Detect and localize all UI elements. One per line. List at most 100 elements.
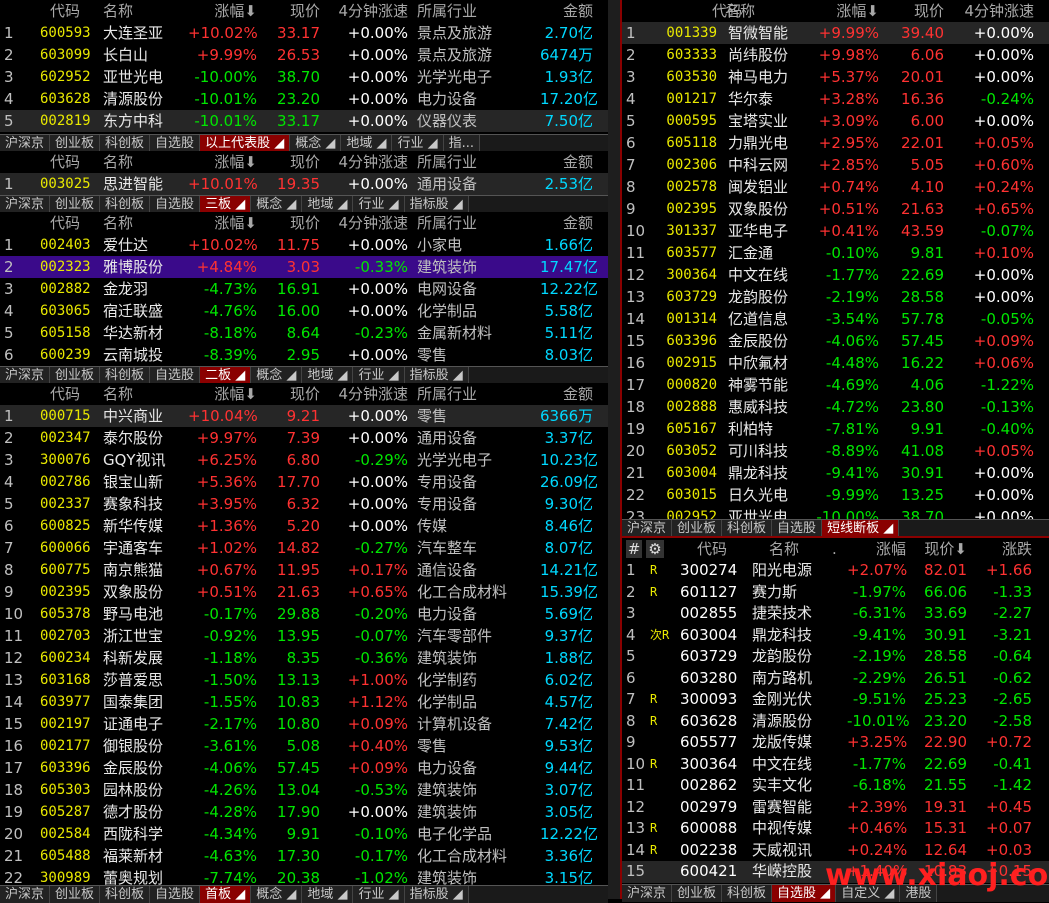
table-row[interactable]: 8 600775 南京熊猫 +0.67% 11.95 +0.17% 通信设备 14.21亿 <box>0 559 608 581</box>
tab-2[interactable]: 科创板 <box>100 886 151 903</box>
tab-3[interactable]: 自选股 <box>150 367 201 384</box>
table-row[interactable]: 3 002855 捷荣技术 -6.31% 33.69 -2.27 <box>622 603 1049 625</box>
table-row[interactable]: 10 R 300364 中文在线 -1.77% 22.69 -0.41 <box>622 754 1049 776</box>
header-change[interactable]: 涨幅 <box>854 538 906 560</box>
tab-8[interactable]: 指标股 ◢ <box>404 196 469 213</box>
table-row[interactable]: 10 605378 野马电池 -0.17% 29.88 -0.20% 电力设备 5.69亿 <box>0 603 608 625</box>
table-row[interactable]: 8 002578 闽发铝业 +0.74% 4.10 +0.24% <box>622 176 1049 198</box>
header-industry[interactable]: 所属行业 <box>417 151 477 173</box>
table-row[interactable]: 1 000715 中兴商业 +10.04% 9.21 +0.00% 零售 6366万 <box>0 405 608 427</box>
table-row[interactable]: 5 605158 华达新材 -8.18% 8.64 -0.23% 金属新材料 5.11亿 <box>0 322 608 344</box>
header-price[interactable]: 现价 <box>275 383 320 405</box>
tab-5[interactable]: 概念 ◢ <box>290 135 342 152</box>
table-row[interactable]: 1 001339 智微智能 +9.99% 39.40 +0.00% <box>622 22 1049 44</box>
table-row[interactable]: 17 603396 金辰股份 -4.06% 57.45 +0.09% 电力设备 9.44亿 <box>0 757 608 779</box>
table-row[interactable]: 22 300989 蕾奥规划 -7.74% 20.38 -1.02% 建筑装饰 3.15亿 <box>0 867 608 885</box>
header-change[interactable]: 涨幅⬇ <box>195 0 257 22</box>
table-row[interactable]: 21 603004 鼎龙科技 -9.41% 30.91 +0.00% <box>622 462 1049 484</box>
tab-3[interactable]: 自选股 <box>150 135 201 152</box>
table-row[interactable]: 20 603052 可川科技 -8.89% 41.08 +0.05% <box>622 440 1049 462</box>
tab-0[interactable]: 沪深京 <box>0 886 51 903</box>
tab-5[interactable]: 概念 ◢ <box>251 886 303 903</box>
table-row[interactable]: 5 002337 赛象科技 +3.95% 6.32 +0.00% 专用设备 9.30亿 <box>0 493 608 515</box>
header-name[interactable]: 名称 <box>103 212 133 234</box>
tab-0[interactable]: 沪深京 <box>0 196 51 213</box>
tab-0[interactable]: 沪深京 <box>622 520 673 537</box>
header-industry[interactable]: 所属行业 <box>417 0 477 22</box>
tab-4[interactable]: 二板 ◢ <box>200 367 252 384</box>
tab-2[interactable]: 科创板 <box>100 367 151 384</box>
table-row[interactable]: 6 600239 云南城投 -8.39% 2.95 +0.00% 零售 8.03亿 <box>0 344 608 366</box>
header-speed[interactable]: 4分钟涨速 <box>328 212 408 234</box>
header-diff[interactable]: 涨跌 <box>982 538 1032 560</box>
table-row[interactable]: 17 000820 神雾节能 -4.69% 4.06 -1.22% <box>622 374 1049 396</box>
header-code[interactable]: 代码 <box>40 383 80 405</box>
tab-4[interactable]: 以上代表股 ◢ <box>200 135 291 152</box>
header-price[interactable]: 现价 <box>275 151 320 173</box>
tab-1[interactable]: 创业板 <box>50 367 101 384</box>
tab-6[interactable]: 地域 ◢ <box>302 367 354 384</box>
tab-5[interactable]: 概念 ◢ <box>251 367 303 384</box>
table-row[interactable]: 6 600825 新华传媒 +1.36% 5.20 +0.00% 传媒 8.46亿 <box>0 515 608 537</box>
table-row[interactable]: 18 605303 园林股份 -4.26% 13.04 -0.53% 建筑装饰 3.07亿 <box>0 779 608 801</box>
tab-8[interactable]: 指... <box>443 135 481 152</box>
header-amount[interactable]: 金额 <box>548 151 593 173</box>
table-row[interactable]: 12 002979 雷赛智能 +2.39% 19.31 +0.45 <box>622 797 1049 819</box>
tab-0[interactable]: 沪深京 <box>0 367 51 384</box>
table-row[interactable]: 11 603577 汇金通 -0.10% 9.81 +0.10% <box>622 242 1049 264</box>
header-speed[interactable]: 4分钟涨速 <box>952 0 1034 22</box>
tab-3[interactable]: 自选股 <box>772 520 823 537</box>
table-row[interactable]: 3 602952 亚世光电 -10.00% 38.70 +0.00% 光学光电子 1.93亿 <box>0 66 608 88</box>
header-code[interactable]: 代码 <box>40 151 80 173</box>
header-code[interactable]: 代码 <box>40 0 80 22</box>
tab-4[interactable]: 三板 ◢ <box>200 196 252 213</box>
table-row[interactable]: 11 002862 实丰文化 -6.18% 21.55 -1.42 <box>622 775 1049 797</box>
tab-8[interactable]: 指标股 ◢ <box>404 367 469 384</box>
tab-7[interactable]: 行业 ◢ <box>353 196 405 213</box>
table-row[interactable]: 14 001314 亿道信息 -3.54% 57.78 -0.05% <box>622 308 1049 330</box>
table-row[interactable]: 1 600593 大连圣亚 +10.02% 33.17 +0.00% 景点及旅游 2.70亿 <box>0 22 608 44</box>
table-row[interactable]: 14 603977 国泰集团 -1.55% 10.83 +1.12% 化学制品 4.57亿 <box>0 691 608 713</box>
table-row[interactable]: 6 603280 南方路机 -2.29% 26.51 -0.62 <box>622 668 1049 690</box>
tab-0[interactable]: 沪深京 <box>622 885 673 902</box>
scrollbar[interactable] <box>608 0 620 899</box>
table-row[interactable]: 23 002952 亚世光电 -10.00% 38.70 +0.00% <box>622 506 1049 519</box>
tab-2[interactable]: 科创板 <box>722 520 773 537</box>
header-speed[interactable]: 4分钟涨速 <box>328 383 408 405</box>
table-row[interactable]: 6 605118 力鼎光电 +2.95% 22.01 +0.05% <box>622 132 1049 154</box>
table-row[interactable]: 5 000595 宝塔实业 +3.09% 6.00 +0.00% <box>622 110 1049 132</box>
table-row[interactable]: 3 002882 金龙羽 -4.73% 16.91 +0.00% 电网设备 12.22亿 <box>0 278 608 300</box>
table-row[interactable]: 8 R 603628 清源股份 -10.01% 23.20 -2.58 <box>622 711 1049 733</box>
tab-6[interactable]: 地域 ◢ <box>341 135 393 152</box>
header-price[interactable]: 现价 <box>275 0 320 22</box>
header-name[interactable]: 名称 <box>769 538 799 560</box>
header-change[interactable]: 涨幅⬇ <box>817 0 879 22</box>
table-row[interactable]: 4 001217 华尔泰 +3.28% 16.36 -0.24% <box>622 88 1049 110</box>
tab-1[interactable]: 创业板 <box>50 886 101 903</box>
tab-7[interactable]: 行业 ◢ <box>392 135 444 152</box>
table-row[interactable]: 9 002395 双象股份 +0.51% 21.63 +0.65% 化工合成材料 15.39亿 <box>0 581 608 603</box>
tab-2[interactable]: 科创板 <box>100 196 151 213</box>
table-row[interactable]: 18 002888 惠威科技 -4.72% 23.80 -0.13% <box>622 396 1049 418</box>
table-row[interactable]: 4 次R 603004 鼎龙科技 -9.41% 30.91 -3.21 <box>622 625 1049 647</box>
table-row[interactable]: 5 002819 东方中科 -10.01% 33.17 +0.00% 仪器仪表 7.50亿 <box>0 110 608 132</box>
header-code[interactable]: 代码 <box>40 212 80 234</box>
header-speed[interactable]: 4分钟涨速 <box>328 0 408 22</box>
table-row[interactable]: 2 002323 雅博股份 +4.84% 3.03 -0.33% 建筑装饰 17.47亿 <box>0 256 608 278</box>
table-row[interactable]: 5 603729 龙韵股份 -2.19% 28.58 -0.64 <box>622 646 1049 668</box>
table-row[interactable]: 9 605577 龙版传媒 +3.25% 22.90 +0.72 <box>622 732 1049 754</box>
header-change[interactable]: 涨幅⬇ <box>195 383 257 405</box>
table-row[interactable]: 9 002395 双象股份 +0.51% 21.63 +0.65% <box>622 198 1049 220</box>
table-row[interactable]: 2 603333 尚纬股份 +9.98% 6.06 +0.00% <box>622 44 1049 66</box>
tab-5[interactable]: 概念 ◢ <box>251 196 303 213</box>
tab-7[interactable]: 行业 ◢ <box>353 886 405 903</box>
table-row[interactable]: 4 603065 宿迁联盛 -4.76% 16.00 +0.00% 化学制品 5.58亿 <box>0 300 608 322</box>
header-name[interactable]: 名称 <box>103 383 133 405</box>
table-row[interactable]: 4 603628 清源股份 -10.01% 23.20 +0.00% 电力设备 17.20亿 <box>0 88 608 110</box>
header-code[interactable]: 代码 <box>667 538 727 560</box>
tab-4[interactable]: 短线断板 ◢ <box>822 520 900 537</box>
tab-1[interactable]: 创业板 <box>672 885 723 902</box>
header-amount[interactable]: 金额 <box>548 383 593 405</box>
header-name[interactable]: 名称 <box>103 0 133 22</box>
table-row[interactable]: 2 R 601127 赛力斯 -1.97% 66.06 -1.33 <box>622 582 1049 604</box>
